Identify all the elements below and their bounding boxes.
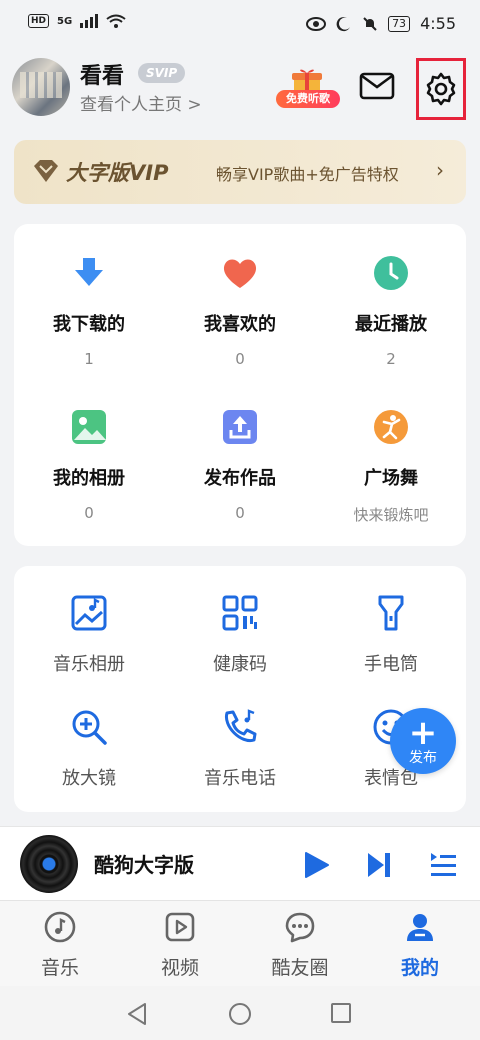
gift-label: 免费听歌 bbox=[276, 90, 340, 108]
username[interactable]: 看看 bbox=[80, 58, 124, 90]
system-nav-bar bbox=[0, 986, 480, 1040]
tab-music[interactable]: 音乐 bbox=[0, 911, 120, 980]
free-music-gift-button[interactable]: 免费听歌 bbox=[276, 68, 340, 110]
vip-banner[interactable]: 大字版VIP 畅享VIP歌曲+免广告特权 › bbox=[14, 140, 466, 204]
stat-label: 发布作品 bbox=[204, 468, 276, 489]
tab-label: 酷友圈 bbox=[271, 957, 329, 979]
favorites-item[interactable]: 我喜欢的 0 bbox=[165, 254, 315, 368]
next-track-icon[interactable] bbox=[366, 851, 392, 879]
magnifier-icon bbox=[72, 710, 107, 745]
photo-icon bbox=[72, 410, 106, 444]
stat-label: 我喜欢的 bbox=[204, 314, 276, 335]
my-content-card: 我下载的 1 我喜欢的 0 最近播放 2 我的相册 0 发布作品 0 广场舞 快… bbox=[14, 224, 466, 546]
back-triangle-icon[interactable] bbox=[126, 1002, 148, 1026]
tool-label: 表情包 bbox=[364, 768, 418, 789]
eye-icon bbox=[306, 16, 327, 31]
vinyl-disc-icon[interactable] bbox=[20, 835, 78, 893]
tab-label: 音乐 bbox=[40, 957, 79, 979]
stat-value: 0 bbox=[235, 350, 245, 368]
recent-item[interactable]: 最近播放 2 bbox=[316, 254, 466, 368]
dance-icon bbox=[374, 410, 408, 444]
stat-label: 我的相册 bbox=[53, 468, 125, 489]
stat-value: 2 bbox=[386, 350, 396, 368]
recent-apps-square-icon[interactable] bbox=[330, 1002, 352, 1024]
upload-icon bbox=[223, 410, 257, 444]
tab-label: 我的 bbox=[400, 957, 439, 979]
music-phone-icon bbox=[224, 709, 257, 743]
flashlight-icon bbox=[378, 595, 404, 631]
stat-value: 0 bbox=[84, 504, 94, 522]
tool-label: 健康码 bbox=[213, 654, 267, 675]
mini-player[interactable]: 酷狗大字版 bbox=[0, 826, 480, 901]
stat-value: 1 bbox=[84, 350, 94, 368]
album-item[interactable]: 我的相册 0 bbox=[14, 408, 164, 522]
download-icon bbox=[75, 258, 103, 286]
gear-icon bbox=[426, 72, 456, 106]
stat-value: 快来锻炼吧 bbox=[353, 506, 429, 524]
user-icon bbox=[407, 914, 433, 941]
tab-mine[interactable]: 我的 bbox=[360, 911, 480, 980]
clock-time: 4:55 bbox=[420, 14, 456, 33]
vip-title: 大字版VIP bbox=[66, 161, 169, 185]
avatar[interactable] bbox=[12, 58, 70, 116]
home-circle-icon[interactable] bbox=[228, 1002, 252, 1026]
stat-label: 最近播放 bbox=[355, 314, 427, 335]
publish-fab-button[interactable]: + 发布 bbox=[390, 708, 456, 774]
qr-code-icon bbox=[222, 595, 258, 631]
vip-description: 畅享VIP歌曲+免广告特权 bbox=[216, 165, 399, 184]
status-bar: HD 5G 73 4:55 bbox=[0, 0, 480, 52]
tab-community[interactable]: 酷友圈 bbox=[240, 911, 360, 980]
play-icon[interactable] bbox=[304, 851, 330, 879]
mute-bell-icon bbox=[363, 16, 377, 31]
diamond-icon bbox=[34, 160, 58, 182]
wifi-icon bbox=[106, 14, 126, 28]
chat-bubble-icon bbox=[285, 912, 315, 943]
music-note-icon bbox=[44, 911, 76, 943]
mail-icon[interactable] bbox=[358, 70, 396, 102]
publish-label: 发布 bbox=[409, 750, 437, 766]
tool-label: 手电筒 bbox=[364, 654, 418, 675]
square-dance-item[interactable]: 广场舞 快来锻炼吧 bbox=[316, 408, 466, 525]
tool-label: 音乐相册 bbox=[53, 654, 125, 675]
player-title: 酷狗大字版 bbox=[94, 853, 194, 877]
publish-works-item[interactable]: 发布作品 0 bbox=[165, 408, 315, 522]
signal-label: 5G bbox=[57, 15, 73, 27]
stat-label: 广场舞 bbox=[364, 468, 418, 489]
settings-button[interactable] bbox=[416, 58, 466, 120]
music-phone-tool[interactable]: 音乐电话 bbox=[165, 708, 315, 790]
music-album-icon bbox=[71, 595, 107, 631]
clock-icon bbox=[374, 256, 408, 290]
svip-badge: SVIP bbox=[138, 63, 186, 83]
tab-label: 视频 bbox=[160, 957, 199, 979]
flashlight-tool[interactable]: 手电筒 bbox=[316, 594, 466, 676]
chevron-right-icon: › bbox=[436, 158, 444, 182]
playlist-icon[interactable] bbox=[428, 849, 458, 879]
plus-icon: + bbox=[408, 713, 438, 753]
signal-icon bbox=[80, 14, 99, 28]
heart-icon bbox=[223, 259, 257, 288]
moon-icon bbox=[336, 16, 351, 31]
tab-video[interactable]: 视频 bbox=[120, 911, 240, 980]
bottom-tab-bar: 音乐 视频 酷友圈 我的 bbox=[0, 900, 480, 987]
tools-card: 音乐相册 健康码 手电筒 放大镜 音乐电话 表情包 bbox=[14, 566, 466, 812]
health-code-tool[interactable]: 健康码 bbox=[165, 594, 315, 676]
tool-label: 音乐电话 bbox=[204, 768, 276, 789]
stat-label: 我下载的 bbox=[53, 314, 125, 335]
music-album-tool[interactable]: 音乐相册 bbox=[14, 594, 164, 676]
battery-indicator: 73 bbox=[388, 15, 411, 32]
downloads-item[interactable]: 我下载的 1 bbox=[14, 254, 164, 368]
magnifier-tool[interactable]: 放大镜 bbox=[14, 708, 164, 790]
stat-value: 0 bbox=[235, 504, 245, 522]
video-play-icon bbox=[165, 912, 195, 942]
profile-homepage-link[interactable]: 查看个人主页 > bbox=[80, 90, 202, 115]
network-badge: HD bbox=[28, 14, 50, 28]
tool-label: 放大镜 bbox=[62, 768, 116, 789]
